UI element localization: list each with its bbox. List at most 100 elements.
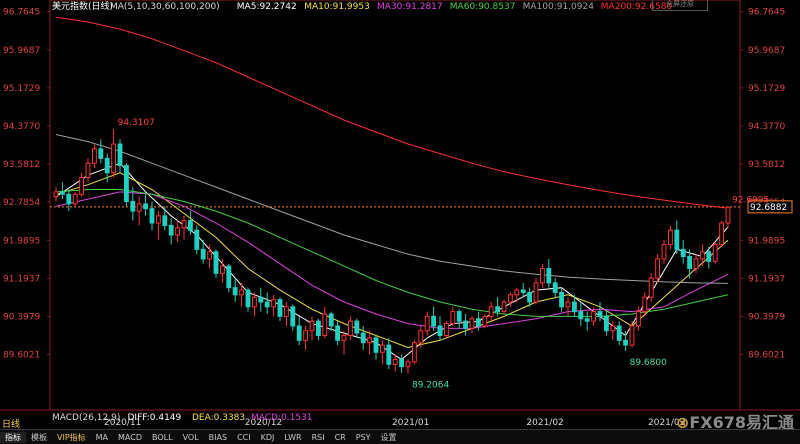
y-tick-label-right: 95.1729	[748, 84, 785, 94]
tab-13[interactable]: PSY	[351, 433, 376, 442]
candle-body	[213, 251, 219, 274]
candle-body	[559, 291, 565, 308]
tab-0[interactable]: 指标	[0, 432, 26, 443]
ma-legend-item: MA100:91.0924	[523, 2, 595, 12]
ma-line-ma200	[55, 16, 729, 209]
tab-2[interactable]: VIP指标	[52, 432, 91, 443]
candle-body	[623, 339, 629, 346]
tab-3[interactable]: MA	[91, 433, 113, 442]
tab-9[interactable]: KDJ	[256, 433, 280, 442]
candle-body	[155, 215, 161, 224]
candle-body	[104, 157, 110, 174]
tab-10[interactable]: LWR	[279, 433, 306, 442]
candle-body	[584, 318, 590, 322]
candle-body	[123, 165, 129, 202]
ma-line-ma60	[55, 189, 729, 317]
y-tick-label-left: 96.7645	[3, 8, 40, 18]
price-annotation: 89.2064	[412, 381, 449, 391]
macd-legend-item: MACD:0.1531	[251, 413, 313, 423]
tab-11[interactable]: RSI	[307, 433, 330, 442]
candle-body	[162, 215, 168, 226]
y-tick-label-right: 90.3979	[748, 312, 785, 322]
candle-body	[495, 306, 501, 313]
chart-stage: 96.7645 96.7645 95.9687 95.9687 95.1729 95.17…	[0, 0, 800, 444]
candle-body	[687, 256, 693, 270]
tab-1[interactable]: 模板	[26, 432, 52, 443]
tab-6[interactable]: VOL	[178, 433, 204, 442]
y-tick-label-left: 90.3979	[3, 312, 40, 322]
candle-body	[629, 325, 635, 346]
candle-body	[117, 143, 123, 167]
candle-body	[399, 358, 405, 368]
y-tick-label-right: 91.1937	[748, 274, 785, 284]
candle-body	[699, 251, 705, 260]
candle-body	[437, 325, 443, 337]
candle-body	[194, 229, 200, 250]
candle-body	[591, 311, 597, 322]
candle-body	[85, 162, 91, 179]
tab-5[interactable]: BOLL	[147, 433, 178, 442]
y-tick-label-left: 95.9687	[3, 46, 40, 56]
tab-14[interactable]: 设置	[376, 432, 402, 443]
candle-body	[296, 325, 302, 341]
candle-body	[79, 177, 85, 195]
macd-legend-item: MACD(26,12,9)	[52, 413, 120, 423]
candle-body	[91, 148, 97, 164]
candle-body	[674, 229, 680, 250]
tab-7[interactable]: BIAS	[204, 433, 232, 442]
restore-button[interactable]: 全屏还原	[652, 0, 708, 11]
candle-body	[53, 191, 59, 198]
y-tick-label-left: 93.5812	[3, 160, 40, 170]
y-tick-label-left: 91.1937	[3, 274, 40, 284]
ma-legend-item: MA30:91.2817	[377, 2, 443, 12]
candle-body	[431, 315, 437, 327]
candle-body	[149, 208, 155, 224]
candle-body	[245, 289, 251, 308]
tab-12[interactable]: CR	[330, 433, 351, 442]
candle-body	[200, 248, 206, 260]
candle-body	[552, 282, 558, 293]
candle-body	[283, 306, 289, 317]
candle-body	[271, 299, 277, 308]
candle-body	[424, 315, 430, 332]
candle-body	[251, 296, 257, 308]
candle-body	[610, 325, 616, 332]
price-annotation: 94.3107	[118, 118, 155, 128]
plot-frame	[49, 0, 741, 411]
candle-body	[546, 268, 552, 284]
candle-body	[648, 277, 654, 298]
candle-body	[258, 296, 264, 303]
candle-body	[712, 244, 718, 262]
y-tick-label-right: 96.7645	[748, 8, 785, 18]
candle-body	[565, 301, 571, 308]
x-tick-label: 2021/02	[526, 418, 563, 428]
y-tick-label-right: 94.3770	[748, 122, 785, 132]
candle-body	[655, 258, 661, 279]
candle-body	[175, 227, 181, 236]
candle-body	[98, 148, 104, 159]
candle-body	[181, 220, 187, 229]
tab-4[interactable]: MACD	[113, 433, 147, 442]
candle-body	[680, 248, 686, 258]
candle-body	[322, 313, 328, 337]
macd-legend-item: DIFF:0.4149	[128, 413, 182, 423]
candle-body	[443, 323, 449, 337]
candle-body	[315, 320, 321, 337]
price-annotation: 89.6800	[630, 358, 667, 368]
tab-8[interactable]: CCI	[232, 433, 256, 442]
candle-body	[360, 332, 366, 344]
candlestick-chart: 96.7645 96.7645 95.9687 95.9687 95.1729 95.17…	[0, 0, 800, 428]
candle-body	[571, 301, 577, 313]
ma-legend-item: MA10:91.9953	[304, 2, 370, 12]
price-annotation: 92.6995	[732, 195, 769, 205]
candle-body	[379, 344, 385, 353]
candle-body	[514, 289, 520, 296]
ma-legend-item: MA60:90.8537	[450, 2, 516, 12]
candle-body	[463, 320, 469, 329]
candle-body	[232, 287, 238, 296]
candle-body	[59, 191, 65, 195]
candle-body	[456, 311, 462, 322]
macd-legend-item: DEA:0.3383	[192, 413, 245, 423]
candle-body	[226, 265, 232, 289]
candle-body	[488, 306, 494, 317]
